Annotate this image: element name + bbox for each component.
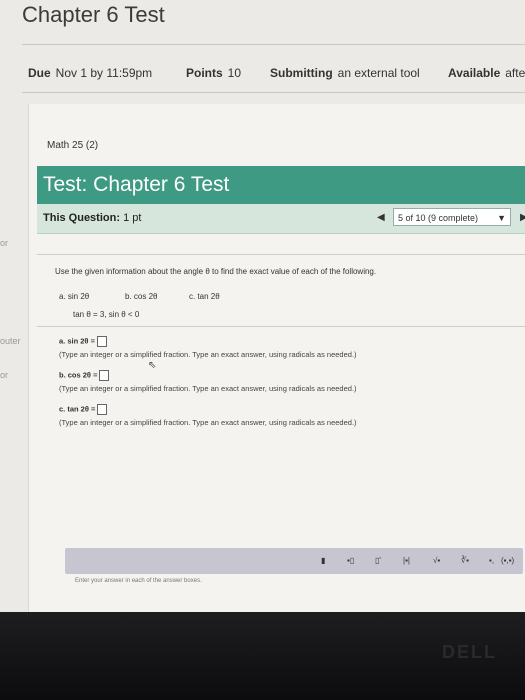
- mixed-number-tool-icon[interactable]: ▪▯: [347, 556, 354, 565]
- exponent-tool-icon[interactable]: ▯': [375, 556, 381, 565]
- screen: Chapter 6 Test Due Nov 1 by 11:59pm Point…: [0, 0, 525, 612]
- question-part: b. cos 2θ: [125, 292, 158, 301]
- tool-frame: Math 25 (2) Test: Chapter 6 Test This Qu…: [28, 104, 525, 612]
- ordered-pair-tool-icon[interactable]: (▪,▪): [501, 556, 514, 565]
- chevron-down-icon: ▼: [497, 213, 506, 223]
- sidebar-fragment: outer: [0, 336, 21, 346]
- question-select[interactable]: 5 of 10 (9 complete) ▼: [393, 208, 511, 226]
- sidebar-fragment: or: [0, 370, 9, 380]
- comma-tool-icon[interactable]: ▪,: [489, 556, 494, 565]
- available-info: Available afte: [448, 66, 525, 80]
- submitting-info: Submitting an external tool: [270, 66, 420, 80]
- question-part: c. tan 2θ: [189, 292, 220, 301]
- cube-root-tool-icon[interactable]: ∛▪: [461, 556, 469, 565]
- fraction-tool-icon[interactable]: ▮: [321, 556, 325, 565]
- points-info: Points 10: [186, 66, 242, 80]
- divider: [22, 44, 525, 45]
- brand-logo: DELL: [442, 642, 497, 662]
- divider: [37, 254, 525, 255]
- math-toolbar: ▮ ▪▯ ▯' |▪| √▪ ∛▪ ▪, (▪,▪): [65, 548, 523, 574]
- answer-a: a. sin 2θ = (Type an integer or a simpli…: [59, 336, 357, 359]
- answer-b: b. cos 2θ = (Type an integer or a simpli…: [59, 370, 357, 393]
- previous-question-icon[interactable]: ◀: [377, 212, 385, 223]
- answer-c: c. tan 2θ = (Type an integer or a simpli…: [59, 404, 357, 427]
- question-part: a. sin 2θ: [59, 292, 90, 301]
- mouse-cursor-icon: ⇖: [148, 360, 157, 371]
- question-points: This Question: 1 pt: [43, 212, 142, 224]
- toolbar-hint: Enter your answer in each of the answer …: [75, 578, 202, 584]
- given-info: tan θ = 3, sin θ < 0: [73, 310, 140, 319]
- test-banner: Test: Chapter 6 Test: [37, 166, 525, 204]
- divider: [22, 92, 525, 93]
- next-question-icon[interactable]: ▶: [520, 212, 525, 223]
- course-name: Math 25 (2): [47, 140, 99, 151]
- due-info: Due Nov 1 by 11:59pm: [28, 66, 153, 80]
- absolute-value-tool-icon[interactable]: |▪|: [403, 556, 410, 565]
- answer-b-input[interactable]: [99, 370, 110, 381]
- answer-c-input[interactable]: [97, 404, 108, 415]
- question-bar: This Question: 1 pt ◀ 5 of 10 (9 complet…: [37, 204, 525, 234]
- laptop-bezel: DELL: [0, 612, 525, 700]
- page-title: Chapter 6 Test: [22, 2, 165, 27]
- answer-a-input[interactable]: [96, 336, 107, 347]
- sidebar-fragment: or: [0, 238, 9, 248]
- divider: [37, 326, 525, 327]
- question-instruction: Use the given information about the angl…: [55, 267, 377, 276]
- square-root-tool-icon[interactable]: √▪: [433, 556, 440, 565]
